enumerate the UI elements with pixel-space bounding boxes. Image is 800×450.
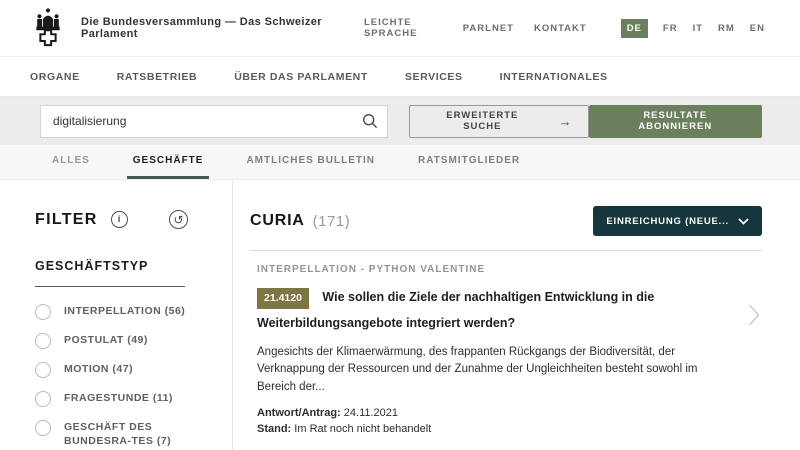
filter-option-label: FRAGESTUNDE (11) [64,392,173,404]
tab-alles[interactable]: ALLES [46,145,96,179]
result-meta-status: Stand: Im Rat noch nicht behandelt [257,421,722,438]
result-meta: Antwort/Antrag: 24.11.2021 Stand: Im Rat… [257,405,722,438]
utility-link-leichte-sprache[interactable]: LEICHTE SPRACHE [364,17,443,39]
utility-link-kontakt[interactable]: KONTAKT [534,23,587,34]
filter-section-rule [35,286,185,287]
utility-nav: LEICHTE SPRACHE PARLNET KONTAKT DE FR IT… [364,17,765,39]
filter-option-geschaeft-des-bundesrates[interactable]: GESCHÄFT DES BUNDESRA-TES (7) [35,420,232,448]
filter-option-postulat[interactable]: POSTULAT (49) [35,333,232,349]
answer-label: Antwort/Antrag: [257,406,341,419]
radio-icon[interactable] [35,362,51,378]
radio-icon[interactable] [35,391,51,407]
result-meta-answer: Antwort/Antrag: 24.11.2021 [257,405,722,422]
filter-options: INTERPELLATION (56) POSTULAT (49) MOTION… [35,304,232,450]
filter-title: FILTER [35,210,98,228]
results-title: CURIA [250,212,305,229]
lang-en[interactable]: EN [750,23,765,34]
result-tabs: ALLES GESCHÄFTE AMTLICHES BULLETIN RATSM… [0,145,800,180]
language-switcher: DE FR IT RM EN [620,18,765,38]
content-area: FILTER i ↺ GESCHÄFTSTYP INTERPELLATION (… [0,180,800,450]
tab-amtliches-bulletin[interactable]: AMTLICHES BULLETIN [240,145,381,179]
filter-option-label: INTERPELLATION (56) [64,305,186,317]
status-label: Stand: [257,423,292,436]
sort-dropdown-button[interactable]: EINREICHUNG (NEUE... [593,206,762,236]
filter-header: FILTER i ↺ [35,210,232,229]
result-category: INTERPELLATION - PYTHON VALENTINE [257,264,486,275]
tab-geschaefte[interactable]: GESCHÄFTE [126,145,210,179]
search-input[interactable] [41,114,354,128]
filter-section-title: GESCHÄFTSTYP [35,259,149,273]
chevron-right-icon[interactable] [748,303,760,327]
results-header: CURIA (171) EINREICHUNG (NEUE... [250,206,762,236]
nav-item-services[interactable]: SERVICES [405,71,463,83]
results-count: (171) [312,212,351,230]
nav-item-internationales[interactable]: INTERNATIONALES [500,71,608,83]
filter-option-label: GESCHÄFT DES BUNDESRA-TES (7) [64,421,172,448]
filter-option-fragestunde[interactable]: FRAGESTUNDE (11) [35,391,232,407]
info-icon[interactable]: i [110,211,128,228]
reset-filter-icon[interactable]: ↺ [169,210,188,229]
result-summary: Angesichts der Klimaerwärmung, des frapp… [257,346,698,393]
filter-option-label: MOTION (47) [64,363,134,375]
filter-option-interpellation[interactable]: INTERPELLATION (56) [35,304,232,320]
results-panel: CURIA (171) EINREICHUNG (NEUE... INTERPE… [233,180,800,450]
business-id-badge: 21.4120 [257,288,309,309]
site-tagline: Die Bundesversammlung — Das Schweizer Pa… [81,16,322,40]
status-value: Im Rat noch nicht behandelt [294,423,432,436]
advanced-search-label: ERWEITERTE SUCHE [446,110,519,132]
subscribe-results-button[interactable]: RESULTATE ABONNIEREN [588,104,762,138]
lang-fr[interactable]: FR [663,23,678,34]
parliament-logo-icon[interactable] [30,7,66,49]
result-title[interactable]: Wie sollen die Ziele der nachhaltigen En… [257,290,654,330]
lang-it[interactable]: IT [693,23,703,34]
filter-option-motion[interactable]: MOTION (47) [35,362,232,378]
result-title-row: 21.4120 Wie sollen die Ziele der nachhal… [257,284,722,335]
result-item[interactable]: INTERPELLATION - PYTHON VALENTINE 21.412… [250,251,762,450]
radio-icon[interactable] [35,420,51,436]
answer-value: 24.11.2021 [343,406,399,419]
nav-item-organe[interactable]: ORGANE [30,71,80,83]
nav-item-ratsbetrieb[interactable]: RATSBETRIEB [117,71,198,83]
chevron-down-icon [738,217,749,225]
radio-icon[interactable] [35,304,51,320]
nav-item-ueber-das-parlament[interactable]: ÜBER DAS PARLAMENT [234,71,368,83]
search-submit-button[interactable] [353,105,388,137]
filter-option-label: POSTULAT (49) [64,334,148,346]
search-icon [363,113,378,129]
sort-dropdown-label: EINREICHUNG (NEUE... [606,215,729,227]
filter-sidebar: FILTER i ↺ GESCHÄFTSTYP INTERPELLATION (… [0,180,233,450]
search-bar: ERWEITERTE SUCHE → RESULTATE ABONNIEREN [0,97,800,145]
main-nav: ORGANE RATSBETRIEB ÜBER DAS PARLAMENT SE… [0,57,800,97]
search-box [40,104,389,138]
lang-de[interactable]: DE [620,18,648,38]
arrow-right-icon: → [558,113,572,129]
tab-ratsmitglieder[interactable]: RATSMITGLIEDER [412,145,526,179]
utility-link-parlnet[interactable]: PARLNET [463,23,514,34]
radio-icon[interactable] [35,333,51,349]
top-header: Die Bundesversammlung — Das Schweizer Pa… [0,0,800,57]
lang-rm[interactable]: RM [718,23,735,34]
advanced-search-button[interactable]: ERWEITERTE SUCHE → [409,104,589,138]
